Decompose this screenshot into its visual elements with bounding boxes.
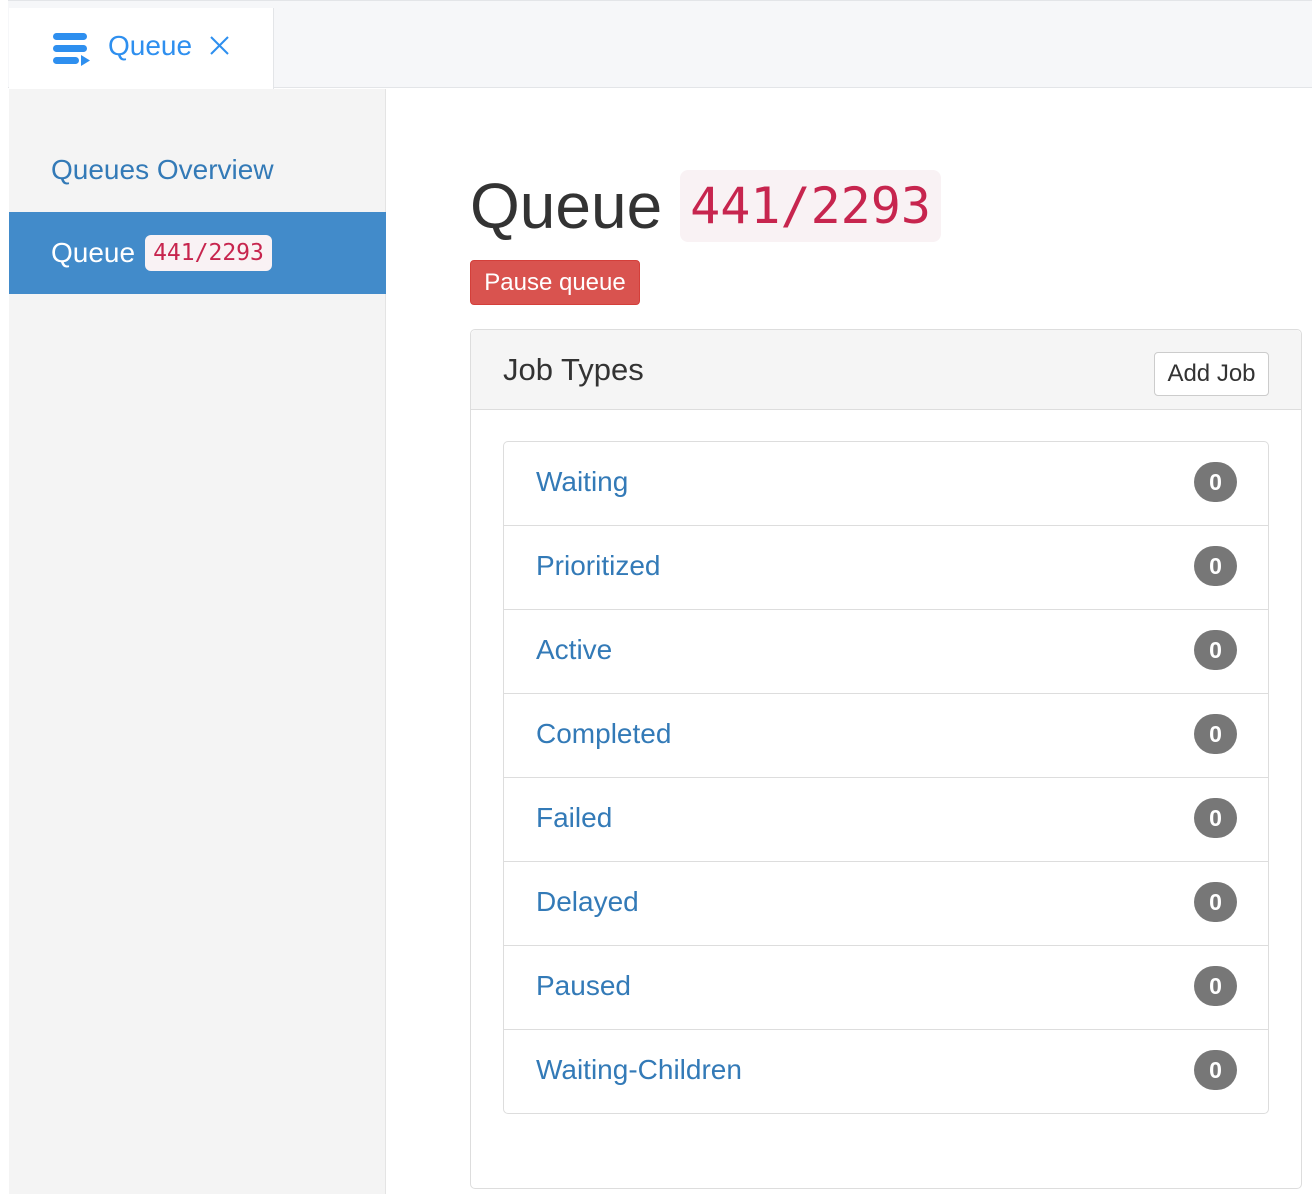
page-title-count: 441/2293	[680, 170, 941, 242]
list-item-label: Active	[536, 634, 613, 665]
list-item-active[interactable]: Active 0	[504, 610, 1268, 694]
job-type-list: Waiting 0 Prioritized 0 Active 0 Complet…	[503, 441, 1269, 1114]
close-icon[interactable]	[207, 32, 233, 60]
list-item-waiting[interactable]: Waiting 0	[504, 442, 1268, 526]
sidebar-item-queues-overview[interactable]: Queues Overview	[9, 129, 386, 211]
panel-title: Job Types	[503, 352, 644, 387]
list-item-completed[interactable]: Completed 0	[504, 694, 1268, 778]
sidebar-item-label: Queue	[51, 237, 136, 268]
list-item-label: Prioritized	[536, 550, 661, 581]
sidebar: Queues Overview Queue 441/2293	[9, 89, 386, 1194]
list-item-label: Waiting-Children	[536, 1054, 742, 1085]
list-item-failed[interactable]: Failed 0	[504, 778, 1268, 862]
list-item-label: Completed	[536, 718, 672, 749]
list-item-label: Waiting	[536, 466, 629, 497]
count-badge: 0	[1194, 1050, 1237, 1090]
pause-queue-button[interactable]: Pause queue	[470, 260, 640, 305]
sidebar-item-queue[interactable]: Queue 441/2293	[9, 212, 386, 294]
app-root: Queue Queues Overview Queue 441/2293 Que…	[0, 0, 1312, 1194]
list-item-paused[interactable]: Paused 0	[504, 946, 1268, 1030]
sidebar-item-label: Queues Overview	[51, 154, 274, 185]
panel-header: Job Types Add Job	[471, 330, 1301, 410]
page-title-text: Queue	[470, 170, 663, 242]
sidebar-count-badge: 441/2293	[145, 235, 272, 271]
list-item-label: Paused	[536, 970, 631, 1001]
count-badge: 0	[1194, 966, 1237, 1006]
queue-list-icon	[53, 31, 91, 67]
tab-queue[interactable]: Queue	[9, 8, 274, 89]
list-item-label: Delayed	[536, 886, 639, 917]
list-item-delayed[interactable]: Delayed 0	[504, 862, 1268, 946]
list-item-label: Failed	[536, 802, 613, 833]
count-badge: 0	[1194, 462, 1237, 502]
job-types-panel: Job Types Add Job Waiting 0 Prioritized …	[470, 329, 1302, 1189]
count-badge: 0	[1194, 798, 1237, 838]
page-title: Queue 441/2293	[470, 170, 941, 242]
tab-label: Queue	[108, 30, 193, 61]
count-badge: 0	[1194, 882, 1237, 922]
count-badge: 0	[1194, 714, 1237, 754]
left-gutter	[0, 0, 8, 1194]
list-item-waiting-children[interactable]: Waiting-Children 0	[504, 1030, 1268, 1113]
list-item-prioritized[interactable]: Prioritized 0	[504, 526, 1268, 610]
add-job-button[interactable]: Add Job	[1154, 352, 1269, 396]
count-badge: 0	[1194, 546, 1237, 586]
count-badge: 0	[1194, 630, 1237, 670]
